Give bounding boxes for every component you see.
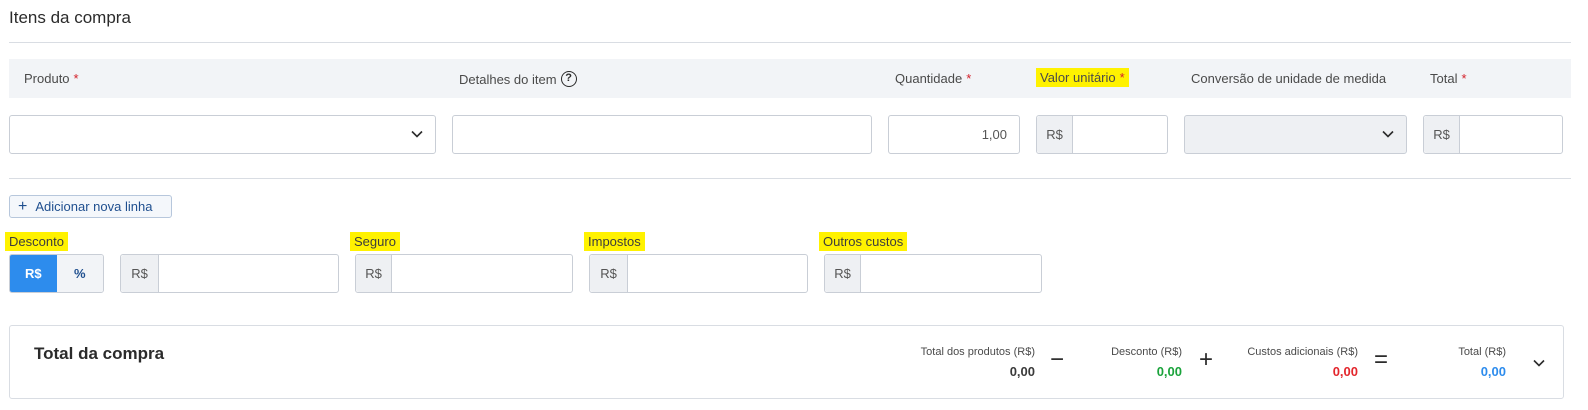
col-total: Total * — [1430, 71, 1467, 86]
plus-icon: + — [18, 197, 28, 215]
help-icon[interactable]: ? — [560, 71, 577, 87]
summary-desconto: Desconto (R$) 0,00 — [1111, 346, 1182, 379]
minus-icon: − — [1050, 346, 1065, 373]
col-detalhes: Detalhes do item ? — [459, 71, 577, 87]
summary-custos: Custos adicionais (R$) 0,00 — [1247, 346, 1358, 379]
desconto-label: Desconto — [5, 232, 68, 251]
outros-custos-input[interactable]: R$ — [824, 254, 1042, 293]
conversao-select[interactable] — [1184, 115, 1407, 154]
add-line-button[interactable]: + Adicionar nova linha — [9, 195, 172, 218]
currency-prefix: R$ — [1037, 116, 1073, 153]
purchase-total-title: Total da compra — [34, 344, 165, 363]
currency-prefix: R$ — [356, 255, 392, 292]
desconto-toggle-percent[interactable]: % — [56, 255, 103, 292]
summary-produtos: Total dos produtos (R$) 0,00 — [920, 346, 1035, 379]
desconto-type-toggle: R$ % — [9, 254, 104, 293]
valor-unitario-highlight: Valor unitário * — [1036, 68, 1129, 87]
col-quantidade: Quantidade * — [895, 71, 972, 86]
currency-prefix: R$ — [825, 255, 861, 292]
divider-top — [9, 42, 1571, 43]
plus-icon: + — [1199, 346, 1214, 373]
detalhes-input[interactable] — [452, 115, 872, 154]
produto-select[interactable] — [9, 115, 436, 154]
total-input[interactable]: R$ — [1423, 115, 1563, 154]
valor-unitario-input[interactable]: R$ — [1036, 115, 1168, 154]
col-produto: Produto * — [24, 71, 79, 86]
desconto-toggle-currency[interactable]: R$ — [10, 255, 57, 292]
divider-row — [9, 178, 1571, 179]
summary-total: Total (R$) 0,00 — [1458, 346, 1506, 379]
purchase-total-panel[interactable]: Total da compra Total dos produtos (R$) … — [9, 325, 1564, 399]
currency-prefix: R$ — [121, 255, 159, 292]
seguro-label: Seguro — [350, 232, 400, 251]
desconto-input[interactable]: R$ — [120, 254, 339, 293]
seguro-input[interactable]: R$ — [355, 254, 573, 293]
chevron-down-icon — [1382, 130, 1394, 138]
impostos-input[interactable]: R$ — [589, 254, 808, 293]
chevron-down-icon[interactable] — [1533, 357, 1545, 369]
currency-prefix: R$ — [590, 255, 628, 292]
impostos-label: Impostos — [584, 232, 645, 251]
equals-icon: = — [1374, 346, 1389, 373]
chevron-down-icon — [411, 130, 423, 138]
outros-custos-label: Outros custos — [819, 232, 908, 251]
section-title: Itens da compra — [9, 8, 131, 27]
items-header: Produto * Detalhes do item ? Quantidade * … — [9, 59, 1571, 98]
quantidade-input[interactable]: 1,00 — [888, 115, 1020, 154]
col-valor-unitario: Valor unitário * — [1036, 68, 1129, 87]
currency-prefix: R$ — [1424, 116, 1460, 153]
col-conversao: Conversão de unidade de medida — [1191, 71, 1387, 86]
